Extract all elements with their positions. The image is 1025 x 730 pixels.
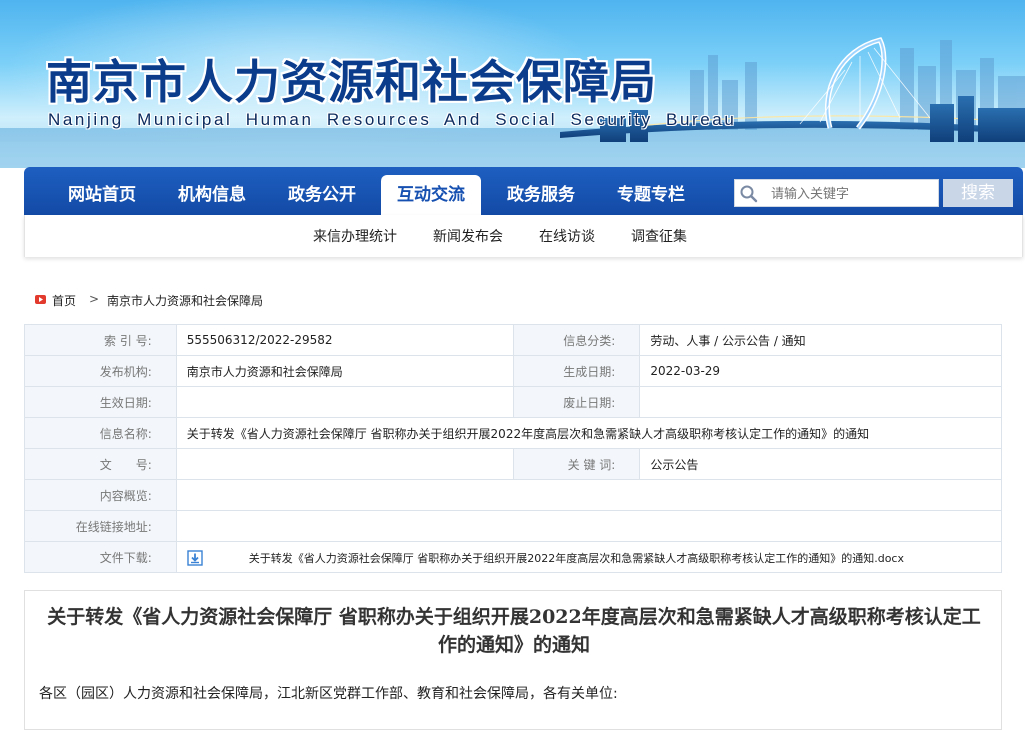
expire-date-label: 废止日期: [513, 386, 641, 418]
breadcrumb-separator: > [89, 292, 100, 306]
main-nav: 网站首页 机构信息 政务公开 互动交流 政务服务 专题专栏 搜索 [24, 167, 1023, 215]
table-row: 在线链接地址: [24, 510, 1003, 542]
subnav-survey[interactable]: 调查征集 [631, 226, 687, 246]
home-icon [35, 295, 46, 304]
nav-home[interactable]: 网站首页 [52, 175, 152, 215]
created-date-label: 生成日期: [513, 355, 641, 387]
search-button[interactable]: 搜索 [943, 179, 1013, 207]
file-download-cell: 关于转发《省人力资源社会保障厅 省职称办关于组织开展2022年度高层次和急需紧缺… [175, 541, 1003, 573]
table-row: 内容概览: [24, 479, 1003, 511]
nav-gov-services[interactable]: 政务服务 [491, 175, 591, 215]
keywords-value: 公示公告 [639, 448, 1002, 480]
created-date-value: 2022-03-29 [639, 355, 1002, 387]
search-icon [740, 185, 758, 203]
keywords-label: 关 键 词: [513, 448, 641, 480]
article-panel: 关于转发《省人力资源社会保障厅 省职称办关于组织开展2022年度高层次和急需紧缺… [24, 590, 1002, 730]
search-input[interactable] [771, 184, 931, 204]
effective-date-label: 生效日期: [24, 386, 177, 418]
subnav-press-conference[interactable]: 新闻发布会 [433, 226, 503, 246]
overview-label: 内容概览: [24, 479, 177, 511]
subnav-online-interview[interactable]: 在线访谈 [539, 226, 595, 246]
index-value: 555506312/2022-29582 [175, 324, 515, 356]
site-title-en: Nanjing Municipal Human Resources And So… [48, 110, 737, 129]
table-row: 发布机构: 南京市人力资源和社会保障局 生成日期: 2022-03-29 [24, 355, 1002, 387]
breadcrumb-home[interactable]: 首页 [52, 292, 76, 309]
breadcrumb-current[interactable]: 南京市人力资源和社会保障局 [107, 292, 263, 309]
article-title: 关于转发《省人力资源社会保障厅 省职称办关于组织开展2022年度高层次和急需紧缺… [47, 606, 981, 656]
document-info-table: 索 引 号: 555506312/2022-29582 信息分类: 劳动、人事 … [24, 324, 1003, 573]
download-icon[interactable] [187, 550, 203, 566]
doc-number-value [175, 448, 515, 480]
table-row: 生效日期: 废止日期: [24, 386, 1002, 418]
site-title-cn: 南京市人力资源和社会保障局 [46, 55, 657, 109]
doc-number-label: 文 号: [24, 448, 177, 480]
info-name-value: 关于转发《省人力资源社会保障厅 省职称办关于组织开展2022年度高层次和急需紧缺… [175, 417, 1003, 449]
table-row: 信息名称: 关于转发《省人力资源社会保障厅 省职称办关于组织开展2022年度高层… [24, 417, 1003, 449]
effective-date-value [175, 386, 515, 418]
category-label: 信息分类: [513, 324, 641, 356]
category-value: 劳动、人事 / 公示公告 / 通知 [639, 324, 1002, 356]
file-download-label: 文件下载: [24, 541, 177, 573]
publisher-label: 发布机构: [24, 355, 177, 387]
table-row: 索 引 号: 555506312/2022-29582 信息分类: 劳动、人事 … [24, 324, 1002, 356]
expire-date-value [639, 386, 1002, 418]
site-banner: 南京市人力资源和社会保障局 Nanjing Municipal Human Re… [0, 0, 1025, 168]
nav-special-topics[interactable]: 专题专栏 [601, 175, 701, 215]
table-row: 文件下载: 关于转发《省人力资源社会保障厅 省职称办关于组织开展2022年度高层… [24, 541, 1003, 573]
table-row: 文 号: 关 键 词: 公示公告 [24, 448, 1002, 480]
online-link-value [175, 510, 1003, 542]
info-name-label: 信息名称: [24, 417, 177, 449]
subnav-letter-stats[interactable]: 来信办理统计 [313, 226, 397, 246]
sub-nav: 来信办理统计 新闻发布会 在线访谈 调查征集 [24, 215, 1023, 257]
download-file-link[interactable]: 关于转发《省人力资源社会保障厅 省职称办关于组织开展2022年度高层次和急需紧缺… [249, 550, 904, 566]
article-greeting: 各区（园区）人力资源和社会保障局，江北新区党群工作部、教育和社会保障局，各有关单… [39, 686, 618, 702]
nav-org-info[interactable]: 机构信息 [162, 175, 262, 215]
overview-value [175, 479, 1003, 511]
publisher-value: 南京市人力资源和社会保障局 [175, 355, 515, 387]
nav-interaction[interactable]: 互动交流 [381, 175, 481, 215]
nav-gov-affairs[interactable]: 政务公开 [272, 175, 372, 215]
index-label: 索 引 号: [24, 324, 177, 356]
search-box [734, 179, 939, 207]
online-link-label: 在线链接地址: [24, 510, 177, 542]
